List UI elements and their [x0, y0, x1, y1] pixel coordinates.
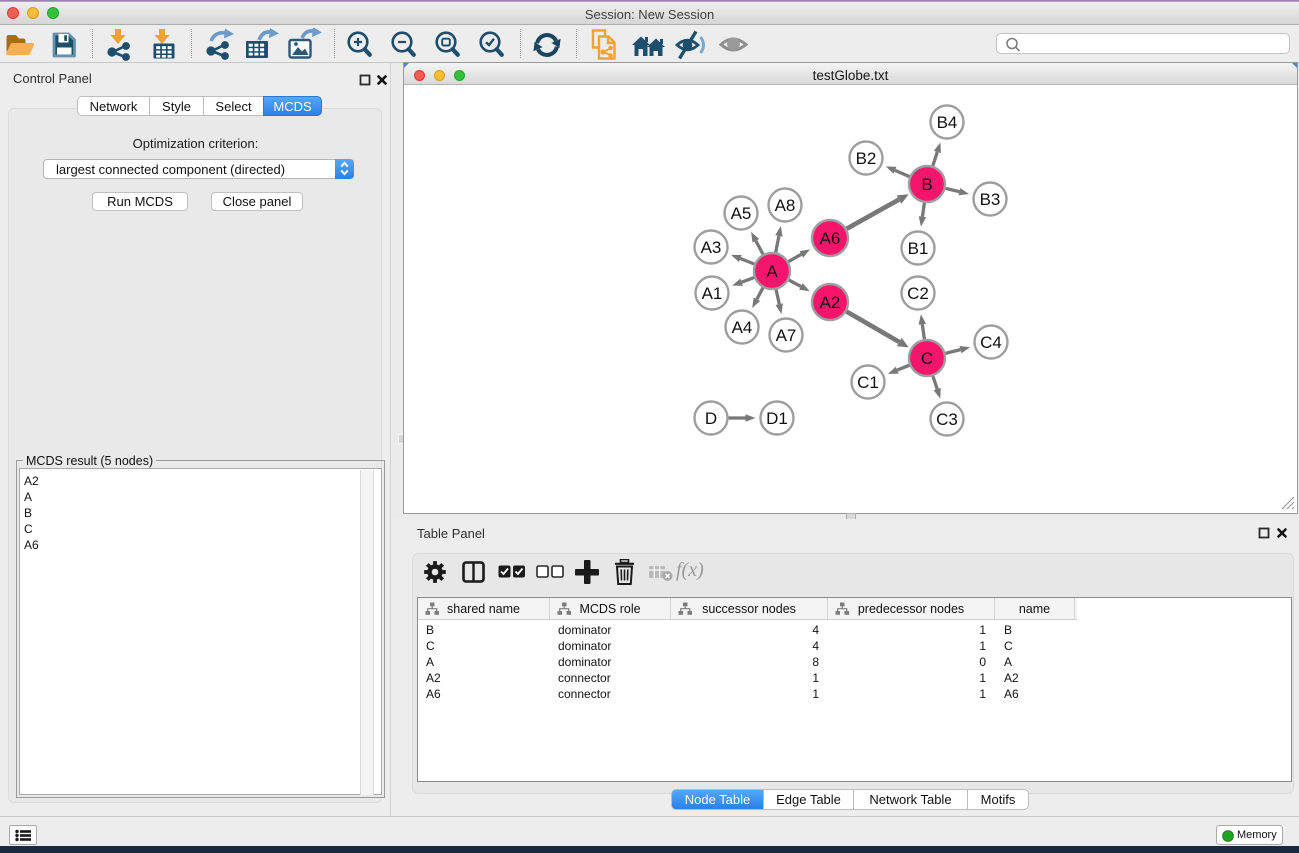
- svg-text:C4: C4: [980, 333, 1002, 352]
- svg-text:A4: A4: [732, 318, 753, 337]
- svg-text:A2: A2: [820, 293, 841, 312]
- svg-text:A8: A8: [775, 196, 796, 215]
- svg-text:A3: A3: [701, 238, 722, 257]
- svg-text:C: C: [921, 349, 933, 368]
- svg-text:C1: C1: [857, 373, 879, 392]
- svg-text:C3: C3: [936, 410, 958, 429]
- svg-text:A6: A6: [820, 229, 841, 248]
- svg-text:A: A: [766, 262, 778, 281]
- svg-text:C2: C2: [907, 284, 929, 303]
- svg-text:D: D: [705, 409, 717, 428]
- svg-text:B2: B2: [856, 149, 877, 168]
- svg-text:A5: A5: [731, 204, 752, 223]
- svg-text:A7: A7: [776, 326, 797, 345]
- svg-text:B1: B1: [908, 239, 929, 258]
- svg-text:A1: A1: [702, 284, 723, 303]
- svg-text:B3: B3: [980, 190, 1001, 209]
- svg-text:D1: D1: [766, 409, 788, 428]
- svg-text:B4: B4: [937, 113, 958, 132]
- svg-text:B: B: [921, 175, 932, 194]
